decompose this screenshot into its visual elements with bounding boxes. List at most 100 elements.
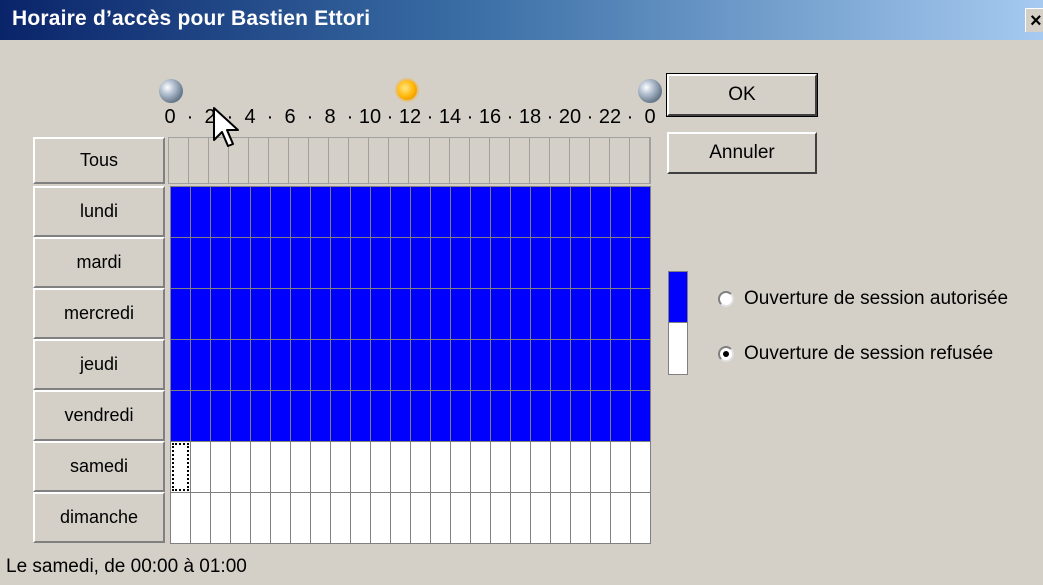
schedule-cell[interactable] bbox=[231, 187, 250, 237]
schedule-cell[interactable] bbox=[591, 391, 610, 441]
schedule-cell[interactable] bbox=[471, 187, 490, 237]
day-row-button[interactable]: vendredi bbox=[33, 390, 165, 441]
schedule-cell[interactable] bbox=[251, 391, 270, 441]
schedule-cell[interactable] bbox=[331, 289, 350, 339]
radio-button[interactable] bbox=[718, 291, 734, 307]
schedule-cell[interactable] bbox=[451, 493, 470, 543]
schedule-cell[interactable] bbox=[591, 238, 610, 288]
schedule-cell[interactable] bbox=[551, 340, 570, 390]
schedule-cell[interactable] bbox=[431, 340, 450, 390]
schedule-cell[interactable] bbox=[491, 493, 510, 543]
schedule-cell[interactable] bbox=[631, 493, 650, 543]
schedule-cell[interactable] bbox=[271, 493, 290, 543]
hour-column-header[interactable] bbox=[490, 138, 510, 183]
schedule-cell[interactable] bbox=[511, 187, 530, 237]
schedule-cell[interactable] bbox=[611, 238, 630, 288]
schedule-cell[interactable] bbox=[331, 238, 350, 288]
schedule-cell[interactable] bbox=[531, 238, 550, 288]
schedule-cell[interactable] bbox=[271, 442, 290, 492]
schedule-cell[interactable] bbox=[271, 238, 290, 288]
schedule-cell[interactable] bbox=[331, 187, 350, 237]
schedule-cell[interactable] bbox=[611, 187, 630, 237]
schedule-cell[interactable] bbox=[531, 493, 550, 543]
schedule-cell[interactable] bbox=[491, 340, 510, 390]
hour-column-header[interactable] bbox=[249, 138, 270, 183]
hour-column-header[interactable] bbox=[389, 138, 410, 183]
schedule-cell[interactable] bbox=[191, 391, 210, 441]
hour-column-header[interactable] bbox=[510, 138, 530, 183]
schedule-cell[interactable] bbox=[551, 493, 570, 543]
schedule-cell[interactable] bbox=[451, 289, 470, 339]
schedule-cell[interactable] bbox=[171, 442, 190, 492]
schedule-cell[interactable] bbox=[371, 289, 390, 339]
schedule-cell[interactable] bbox=[251, 340, 270, 390]
select-all-button[interactable]: Tous bbox=[33, 137, 165, 184]
schedule-cell[interactable] bbox=[371, 238, 390, 288]
schedule-cell[interactable] bbox=[451, 391, 470, 441]
schedule-cell[interactable] bbox=[371, 187, 390, 237]
day-row-button[interactable]: mercredi bbox=[33, 288, 165, 339]
schedule-cell[interactable] bbox=[271, 391, 290, 441]
schedule-cell[interactable] bbox=[551, 187, 570, 237]
schedule-cell[interactable] bbox=[451, 442, 470, 492]
schedule-cell[interactable] bbox=[491, 442, 510, 492]
hour-column-header[interactable] bbox=[329, 138, 350, 183]
schedule-cell[interactable] bbox=[371, 442, 390, 492]
schedule-cell[interactable] bbox=[611, 493, 630, 543]
schedule-cell[interactable] bbox=[491, 238, 510, 288]
schedule-cell[interactable] bbox=[631, 289, 650, 339]
schedule-cell[interactable] bbox=[171, 238, 190, 288]
hour-column-header[interactable] bbox=[369, 138, 390, 183]
schedule-cell[interactable] bbox=[371, 340, 390, 390]
schedule-cell[interactable] bbox=[311, 391, 330, 441]
schedule-cell[interactable] bbox=[611, 391, 630, 441]
schedule-cell[interactable] bbox=[511, 391, 530, 441]
schedule-cell[interactable] bbox=[291, 187, 310, 237]
schedule-cell[interactable] bbox=[331, 391, 350, 441]
schedule-cell[interactable] bbox=[311, 493, 330, 543]
cancel-button[interactable]: Annuler bbox=[667, 132, 817, 174]
schedule-cell[interactable] bbox=[191, 442, 210, 492]
schedule-cell[interactable] bbox=[211, 442, 230, 492]
schedule-cell[interactable] bbox=[211, 187, 230, 237]
hour-column-header[interactable] bbox=[169, 138, 190, 183]
schedule-cell[interactable] bbox=[511, 442, 530, 492]
schedule-cell[interactable] bbox=[251, 187, 270, 237]
schedule-cell[interactable] bbox=[511, 289, 530, 339]
schedule-cell[interactable] bbox=[491, 391, 510, 441]
schedule-cell[interactable] bbox=[191, 187, 210, 237]
schedule-cell[interactable] bbox=[351, 340, 370, 390]
schedule-cell[interactable] bbox=[471, 289, 490, 339]
schedule-cell[interactable] bbox=[471, 238, 490, 288]
schedule-cell[interactable] bbox=[591, 187, 610, 237]
close-button[interactable]: × bbox=[1025, 8, 1043, 32]
schedule-cell[interactable] bbox=[571, 238, 590, 288]
schedule-cell[interactable] bbox=[251, 442, 270, 492]
hour-column-header[interactable] bbox=[550, 138, 570, 183]
radio-button[interactable] bbox=[718, 346, 734, 362]
schedule-cell[interactable] bbox=[351, 442, 370, 492]
schedule-cell[interactable] bbox=[531, 442, 550, 492]
schedule-cell[interactable] bbox=[291, 289, 310, 339]
schedule-cell[interactable] bbox=[291, 340, 310, 390]
hour-column-header[interactable] bbox=[430, 138, 450, 183]
schedule-cell[interactable] bbox=[471, 340, 490, 390]
schedule-cell[interactable] bbox=[591, 289, 610, 339]
schedule-cell[interactable] bbox=[471, 442, 490, 492]
schedule-cell[interactable] bbox=[391, 289, 410, 339]
schedule-cell[interactable] bbox=[171, 340, 190, 390]
schedule-cell[interactable] bbox=[471, 493, 490, 543]
schedule-cell[interactable] bbox=[411, 391, 430, 441]
hour-column-header[interactable] bbox=[630, 138, 650, 183]
schedule-cell[interactable] bbox=[371, 391, 390, 441]
schedule-cell[interactable] bbox=[431, 391, 450, 441]
schedule-cell[interactable] bbox=[471, 391, 490, 441]
schedule-cell[interactable] bbox=[411, 187, 430, 237]
schedule-cell[interactable] bbox=[271, 340, 290, 390]
schedule-cell[interactable] bbox=[431, 238, 450, 288]
schedule-cell[interactable] bbox=[411, 493, 430, 543]
hour-column-header[interactable] bbox=[189, 138, 210, 183]
schedule-cell[interactable] bbox=[211, 391, 230, 441]
hour-column-header[interactable] bbox=[450, 138, 470, 183]
schedule-cell[interactable] bbox=[611, 289, 630, 339]
